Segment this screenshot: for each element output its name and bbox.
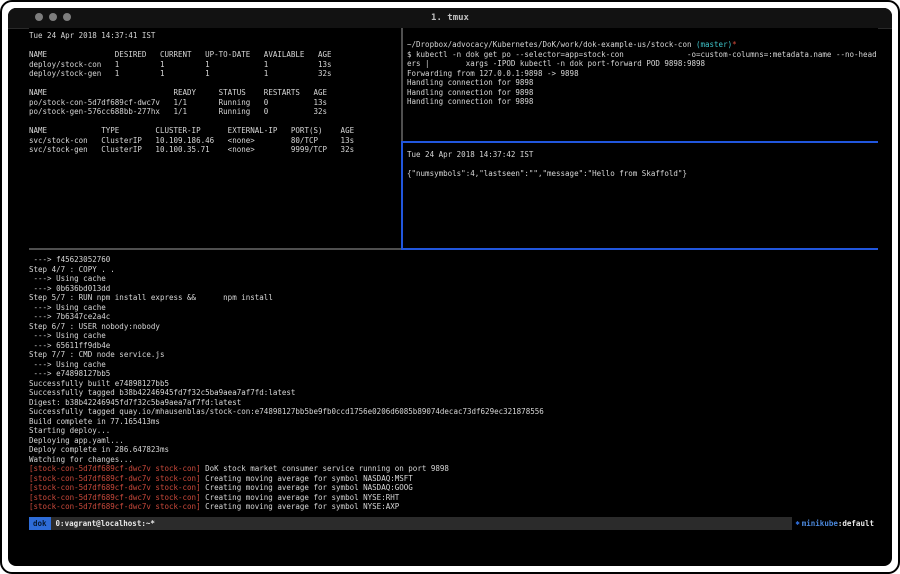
pod-log-message: DoK stock market consumer service runnin… [205, 464, 449, 473]
pane-kubectl-watch[interactable]: Tue 24 Apr 2018 14:37:41 IST NAME DESIRE… [29, 28, 401, 248]
window-titlebar[interactable]: 1. tmux [8, 8, 892, 29]
screenshot-canvas: 1. tmux Tue 24 Apr 2018 14:37:41 IST NAM… [0, 0, 900, 574]
pane-border-vertical[interactable] [401, 28, 403, 141]
kube-context-segment: ✱minikube:default [792, 517, 878, 530]
pane-build-log[interactable]: ---> f45623052760 Step 4/7 : COPY . . --… [29, 250, 878, 512]
watch-log-line: [stock-con-5d7df689cf-dwc7v stock-con] Cr… [29, 493, 878, 503]
watch-log-line: [stock-con-5d7df689cf-dwc7v stock-con] Cr… [29, 474, 878, 484]
pod-log-prefix: [stock-con-5d7df689cf-dwc7v stock-con] [29, 474, 201, 483]
port-forward-output: $ kubectl -n dok get po --selector=app=s… [407, 50, 878, 107]
git-branch: (master) [696, 40, 732, 49]
tmux-session-name: dok [29, 517, 51, 530]
skaffold-app-output: Tue 24 Apr 2018 14:37:42 IST {"numsymbol… [407, 150, 878, 179]
watch-log-line: [stock-con-5d7df689cf-dwc7v stock-con] Cr… [29, 483, 878, 493]
pane-skaffold-app[interactable]: Tue 24 Apr 2018 14:37:42 IST {"numsymbol… [407, 143, 878, 248]
pane-border-vertical-active[interactable] [401, 141, 403, 250]
tmux-content: Tue 24 Apr 2018 14:37:41 IST NAME DESIRE… [29, 28, 878, 566]
kubectl-watch-output: Tue 24 Apr 2018 14:37:41 IST NAME DESIRE… [29, 31, 401, 155]
pod-log-prefix: [stock-con-5d7df689cf-dwc7v stock-con] [29, 502, 201, 511]
window-title: 1. tmux [8, 8, 892, 28]
pod-log-message: Creating moving average for symbol NASDA… [205, 474, 413, 483]
terminal-window: 1. tmux Tue 24 Apr 2018 14:37:41 IST NAM… [8, 8, 892, 566]
kube-context-name: minikube [802, 517, 838, 530]
pod-log-prefix: [stock-con-5d7df689cf-dwc7v stock-con] [29, 464, 201, 473]
kubernetes-helm-icon: ✱ [796, 517, 800, 530]
kube-context-namespace: :default [838, 517, 874, 530]
pod-log-message: Creating moving average for symbol NASDA… [205, 483, 413, 492]
watch-log-line: [stock-con-5d7df689cf-dwc7v stock-con] Do… [29, 464, 878, 474]
pod-log-message: Creating moving average for symbol NYSE:… [205, 493, 399, 502]
prompt-path: ~/Dropbox/advocacy/Kubernetes/DoK/work/d… [407, 40, 696, 49]
tmux-status-bar: dok 0:vagrant@localhost:~* ✱minikube:def… [29, 517, 878, 530]
pod-log-message: Creating moving average for symbol NYSE:… [205, 502, 399, 511]
pod-log-prefix: [stock-con-5d7df689cf-dwc7v stock-con] [29, 483, 201, 492]
git-dirty-flag: * [732, 40, 737, 49]
pane-port-forward[interactable]: ~/Dropbox/advocacy/Kubernetes/DoK/work/d… [407, 28, 878, 141]
watch-log-line: [stock-con-5d7df689cf-dwc7v stock-con] Cr… [29, 502, 878, 512]
tmux-window-tab[interactable]: 0:vagrant@localhost:~* [51, 517, 160, 530]
build-log-output: ---> f45623052760 Step 4/7 : COPY . . --… [29, 255, 878, 464]
pod-log-prefix: [stock-con-5d7df689cf-dwc7v stock-con] [29, 493, 201, 502]
shell-prompt-line: ~/Dropbox/advocacy/Kubernetes/DoK/work/d… [407, 40, 878, 50]
